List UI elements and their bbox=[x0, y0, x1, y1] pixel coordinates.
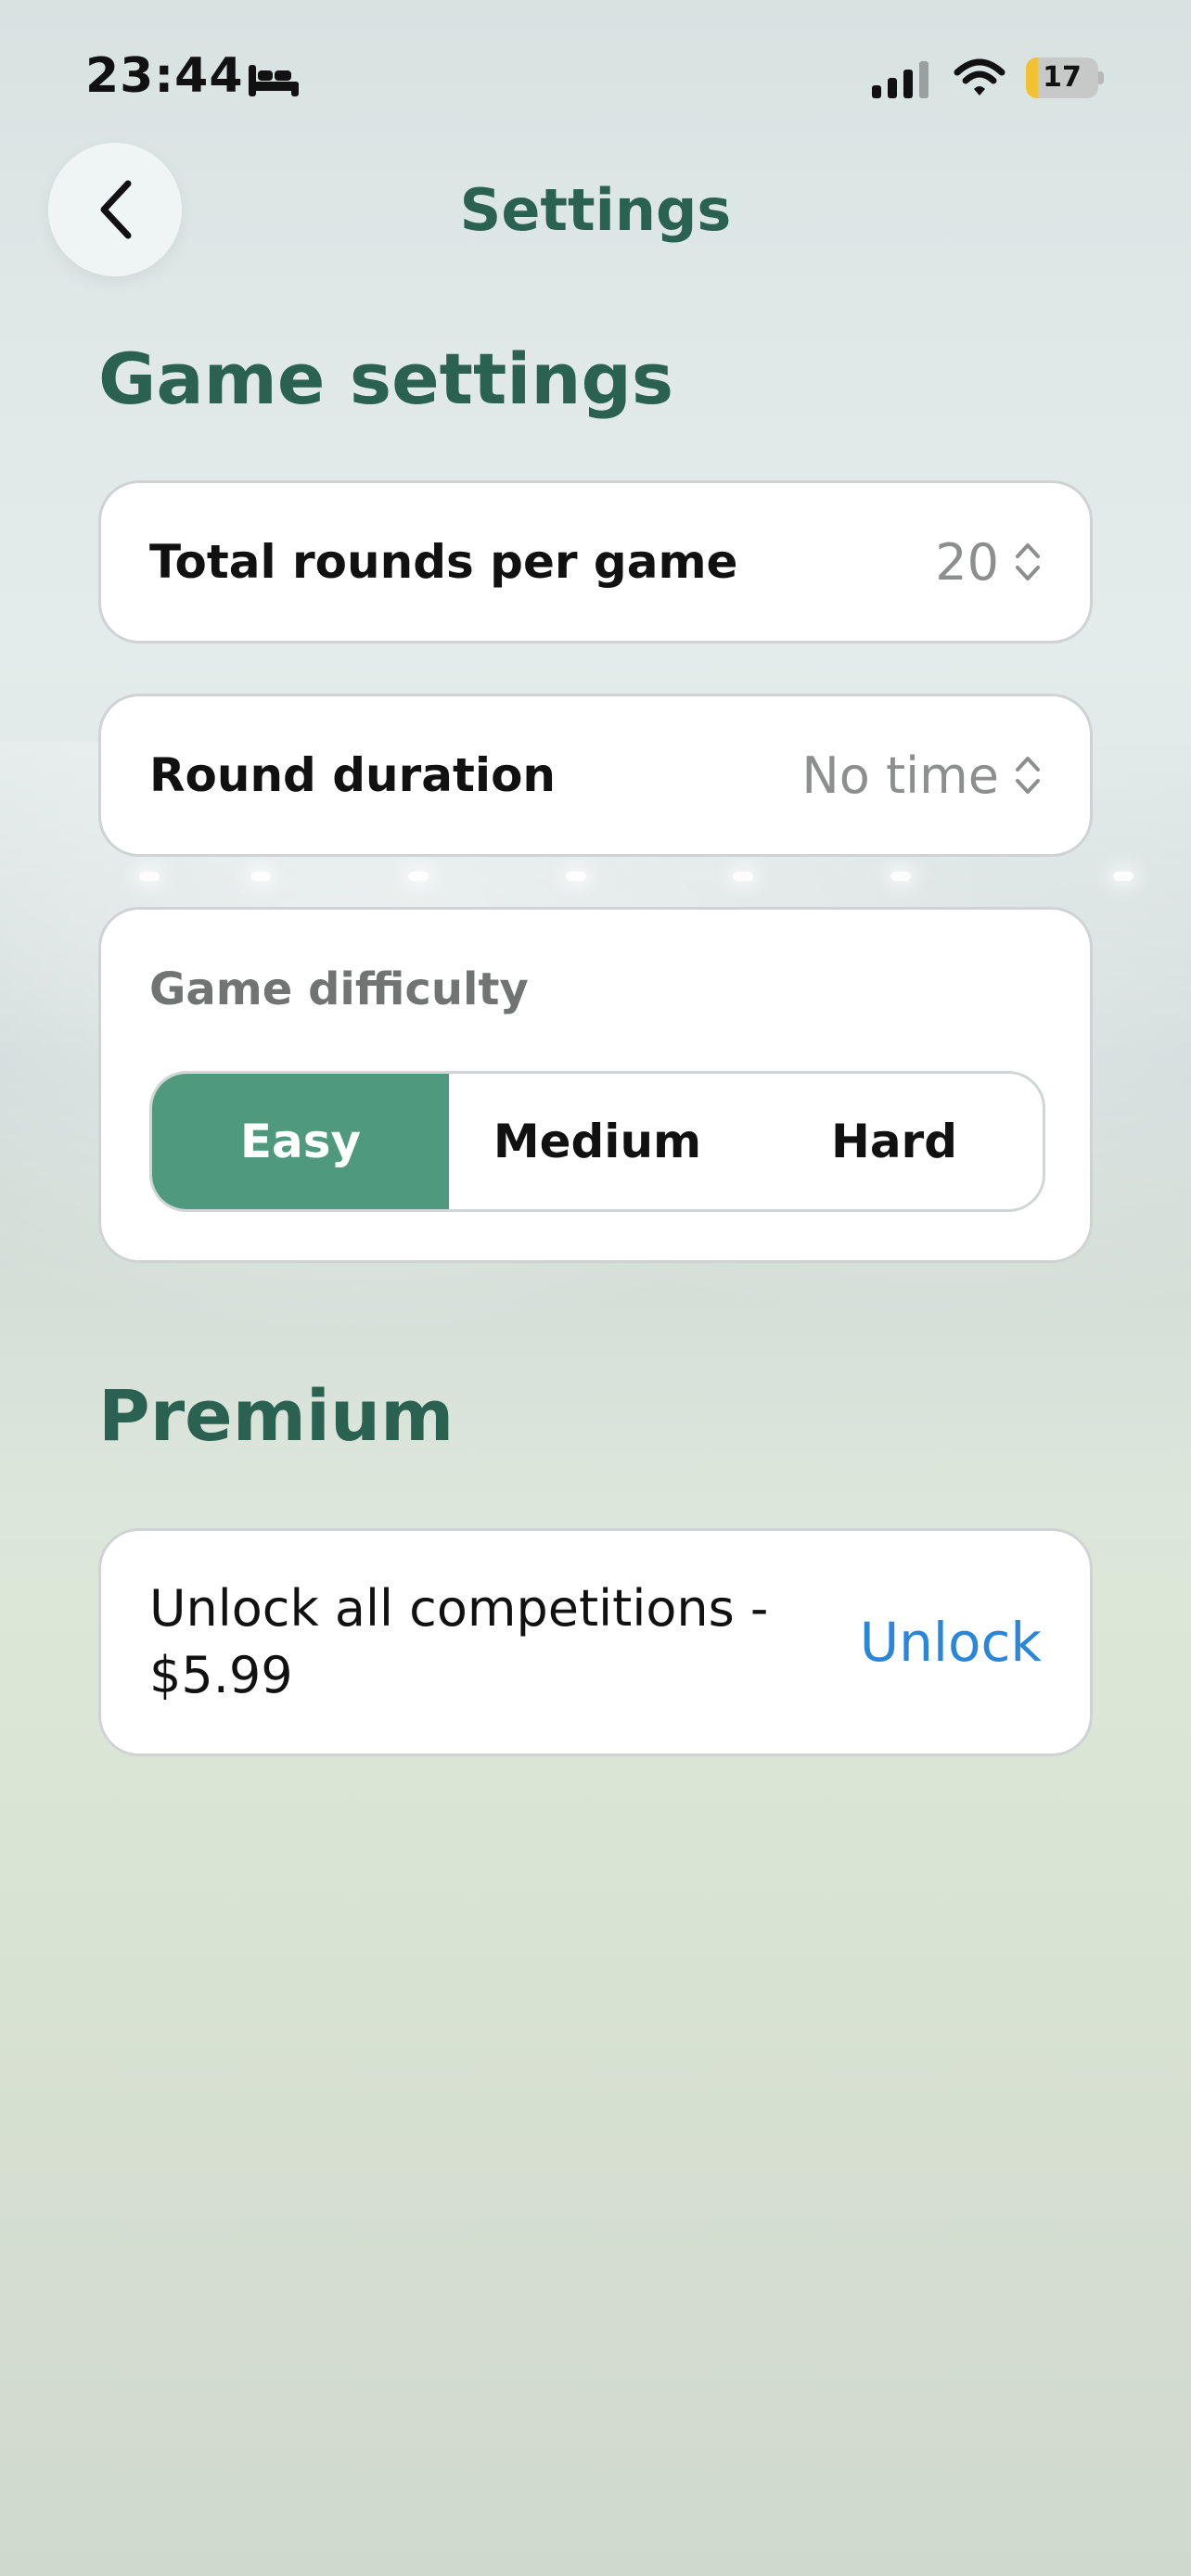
game-settings-heading: Game settings bbox=[98, 338, 674, 420]
status-time: 23:44 bbox=[85, 48, 244, 104]
battery-indicator: 17 bbox=[1026, 57, 1104, 98]
difficulty-card: Game difficulty Easy Medium Hard bbox=[98, 907, 1093, 1263]
premium-item: Unlock all competitions - $5.99 Unlock bbox=[98, 1528, 1093, 1756]
round-duration-picker[interactable]: Round duration No time bbox=[98, 694, 1093, 857]
difficulty-option-easy[interactable]: Easy bbox=[152, 1074, 449, 1209]
unlock-button[interactable]: Unlock bbox=[860, 1611, 1042, 1674]
signal-icon bbox=[872, 61, 928, 98]
total-rounds-picker[interactable]: Total rounds per game 20 bbox=[98, 480, 1093, 644]
premium-item-text: Unlock all competitions - $5.99 bbox=[149, 1579, 769, 1704]
stadium-lights bbox=[0, 872, 1191, 899]
round-duration-value: No time bbox=[801, 746, 999, 805]
difficulty-option-hard[interactable]: Hard bbox=[746, 1074, 1043, 1209]
battery-percent: 17 bbox=[1043, 61, 1082, 94]
round-duration-label: Round duration bbox=[149, 748, 557, 802]
difficulty-segmented-control: Easy Medium Hard bbox=[149, 1071, 1045, 1212]
chevron-up-down-icon bbox=[1016, 543, 1040, 580]
difficulty-label: Game difficulty bbox=[149, 963, 529, 1015]
total-rounds-label: Total rounds per game bbox=[149, 535, 738, 589]
difficulty-option-medium[interactable]: Medium bbox=[449, 1074, 746, 1209]
chevron-up-down-icon bbox=[1016, 757, 1040, 794]
page-title: Settings bbox=[459, 176, 732, 244]
bed-icon bbox=[249, 65, 299, 96]
total-rounds-value: 20 bbox=[935, 532, 999, 592]
premium-heading: Premium bbox=[98, 1374, 455, 1457]
wifi-icon bbox=[954, 58, 1005, 96]
